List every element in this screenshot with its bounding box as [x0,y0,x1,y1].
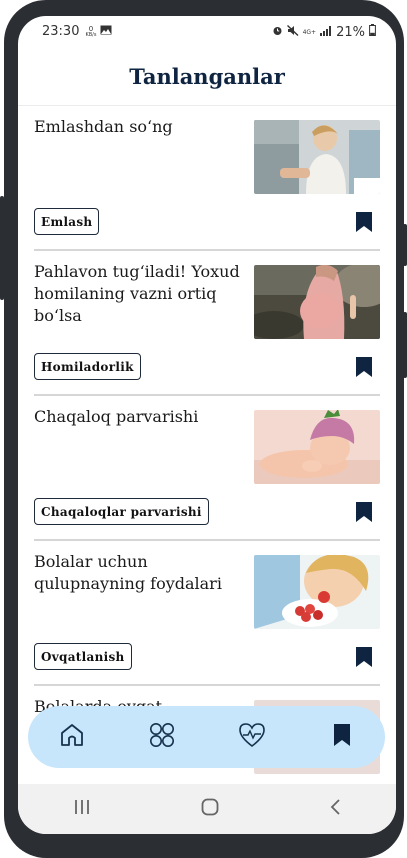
gallery-icon [100,24,112,39]
nav-home[interactable] [54,719,90,755]
article-card[interactable]: Chaqaloq parvarishi Chaqaloqlar parvaris… [34,396,380,541]
status-bar: 23:30 0 KB/s 4G+ 21% [18,16,396,48]
back-icon[interactable] [329,798,341,820]
side-button [403,312,407,378]
status-time: 23:30 [42,24,80,39]
article-thumbnail[interactable] [254,120,380,194]
bookmark-icon[interactable] [356,212,372,232]
categories-icon [148,721,176,753]
article-thumbnail[interactable] [254,410,380,484]
article-tag[interactable]: Ovqatlanish [34,643,132,670]
bookmark-icon[interactable] [356,357,372,377]
article-tag[interactable]: Emlash [34,208,100,235]
mute-icon [286,24,299,40]
article-title[interactable]: Emlashdan so‘ng [34,116,244,138]
battery-percent: 21% [336,24,365,40]
bookmark-icon [332,723,352,751]
article-title[interactable]: Chaqaloq parvarishi [34,406,244,428]
recent-apps-icon[interactable] [73,799,91,819]
home-icon [59,722,85,752]
article-thumbnail[interactable] [254,265,380,339]
article-title[interactable]: Bolalar uchun qulupnayning foydalari [34,551,244,595]
nav-bookmarks[interactable] [324,719,360,755]
nav-health[interactable] [234,719,270,755]
article-title[interactable]: Pahlavon tug‘iladi! Yoxud homilaning vaz… [34,261,244,327]
article-feed[interactable]: Emlashdan so‘ng Emlash Pahlavon tug‘ilad… [18,106,396,784]
screen: 23:30 0 KB/s 4G+ 21% Tanlanganlar Emlash… [18,16,396,834]
bookmark-icon[interactable] [356,647,372,667]
page-title: Tanlanganlar [129,64,285,89]
battery-icon [369,24,376,40]
signal-icon [320,25,332,40]
article-thumbnail[interactable] [254,555,380,629]
health-icon [238,722,266,752]
status-speed-unit: KB/s [85,31,97,38]
article-tag[interactable]: Chaqaloqlar parvarishi [34,498,209,525]
phone-frame: 23:30 0 KB/s 4G+ 21% Tanlanganlar Emlash… [4,0,404,858]
bookmark-icon[interactable] [356,502,372,522]
volume-button [0,196,4,300]
power-button [403,224,407,266]
nav-categories[interactable] [144,719,180,755]
system-nav-bar [18,784,396,834]
app-header: Tanlanganlar [18,48,396,106]
article-card[interactable]: Emlashdan so‘ng Emlash [34,106,380,251]
home-button-icon[interactable] [201,798,219,820]
alarm-icon [272,25,283,40]
network-type: 4G+ [302,28,317,36]
article-card[interactable]: Bolalar uchun qulupnayning foydalari Ovq… [34,541,380,686]
article-card[interactable]: Pahlavon tug‘iladi! Yoxud homilaning vaz… [34,251,380,396]
article-tag[interactable]: Homiladorlik [34,353,141,380]
bottom-nav [28,706,385,768]
